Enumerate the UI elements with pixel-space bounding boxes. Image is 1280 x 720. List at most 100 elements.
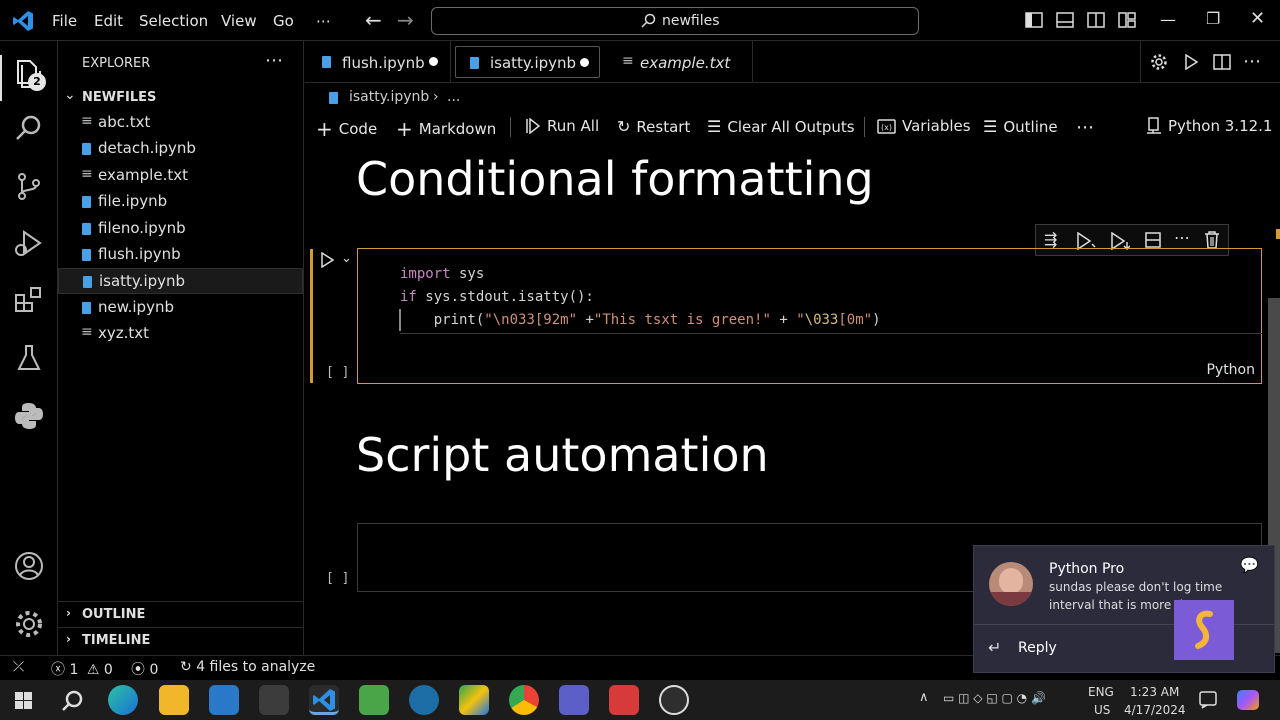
back-arrow-icon[interactable]: ← <box>365 8 382 32</box>
clear-outputs-button[interactable]: ☰ Clear All Outputs <box>707 117 855 136</box>
file-item[interactable]: ≡ xyz.txt <box>58 321 303 347</box>
recorder-icon[interactable] <box>409 685 439 715</box>
file-explorer-icon[interactable] <box>159 685 189 715</box>
copilot-icon[interactable] <box>1237 690 1259 710</box>
input-language-line1[interactable]: ENG <box>1088 685 1114 699</box>
settings-gear-icon[interactable] <box>12 607 46 641</box>
vscode-taskbar-icon[interactable] <box>309 685 339 715</box>
extensions-icon[interactable] <box>12 283 46 317</box>
menu-selection[interactable]: Selection <box>139 12 208 30</box>
teams-icon[interactable] <box>559 685 589 715</box>
restart-button[interactable]: ↻ Restart <box>617 117 690 136</box>
more-actions-icon[interactable]: ⋯ <box>1243 51 1261 72</box>
command-search-box[interactable]: newfiles <box>431 7 919 35</box>
forward-arrow-icon[interactable]: → <box>397 8 414 32</box>
toggle-secondary-sidebar-icon[interactable] <box>1087 12 1105 28</box>
problems-indicator[interactable]: ⓧ 1 ⚠ 0 <box>51 659 113 679</box>
snipping-tool-icon[interactable] <box>609 685 639 715</box>
timeline-section[interactable]: › TIMELINE <box>58 627 303 653</box>
split-editor-icon[interactable] <box>1213 54 1231 70</box>
account-icon[interactable] <box>12 549 46 583</box>
python-icon[interactable] <box>12 399 46 433</box>
edge-icon[interactable] <box>108 685 138 715</box>
file-item[interactable]: isatty.ipynb <box>58 268 303 295</box>
execution-count: [ ] <box>326 571 350 586</box>
remote-icon[interactable]: ⤫ <box>13 659 24 675</box>
file-item[interactable]: flush.ipynb <box>58 242 303 268</box>
clock-time[interactable]: 1:23 AM <box>1130 685 1179 699</box>
tab-isatty-active[interactable]: isatty.ipynb <box>455 46 600 78</box>
store-icon[interactable] <box>259 685 289 715</box>
add-code-button[interactable]: + Code <box>316 117 377 141</box>
menu-go[interactable]: Go <box>273 12 294 30</box>
testing-flask-icon[interactable] <box>12 341 46 375</box>
menu-edit[interactable]: Edit <box>94 12 123 30</box>
notification-bell-icon[interactable] <box>1199 691 1217 709</box>
run-above-icon[interactable]: ⇶ <box>1044 230 1057 249</box>
code-line-3: print("\n033[92m" +"This tsxt is green!"… <box>400 312 881 328</box>
run-cell-icon[interactable] <box>320 252 334 268</box>
breadcrumb-file[interactable]: isatty.ipynb <box>349 89 429 105</box>
run-icon[interactable] <box>1183 54 1199 70</box>
kernel-picker[interactable]: Python 3.12.1 <box>1146 117 1272 135</box>
windows-start-icon[interactable] <box>15 692 32 709</box>
tab-example[interactable]: ≡ example.txt <box>605 41 753 83</box>
file-item[interactable]: detach.ipynb <box>58 136 303 162</box>
input-language-line2[interactable]: US <box>1094 703 1110 717</box>
markdown-heading-1[interactable]: Conditional formatting <box>356 152 874 206</box>
explorer-icon[interactable]: 2 <box>12 57 46 91</box>
ports-indicator[interactable]: ⦿ 0 <box>131 659 158 679</box>
chat-bubble-icon[interactable]: 💬 <box>1240 556 1259 574</box>
mail-icon[interactable] <box>209 685 239 715</box>
outline-section[interactable]: › OUTLINE <box>58 601 303 627</box>
chevron-up-icon[interactable]: ∧ <box>919 690 929 705</box>
explorer-more-icon[interactable]: ⋯ <box>265 50 283 71</box>
folder-newfiles[interactable]: ⌄ NEWFILES <box>58 85 303 109</box>
outline-button[interactable]: ☰ Outline <box>983 117 1058 136</box>
clock-date[interactable]: 4/17/2024 <box>1124 703 1186 717</box>
split-cell-icon[interactable] <box>1145 232 1161 248</box>
file-item[interactable]: file.ipynb <box>58 189 303 215</box>
chat-app-icon[interactable] <box>359 685 389 715</box>
text-file-icon: ≡ <box>81 324 93 341</box>
menu-more[interactable]: ⋯ <box>316 12 331 30</box>
chat-notification[interactable]: Python Pro sundas please don't log time … <box>973 545 1275 673</box>
customize-layout-icon[interactable] <box>1118 12 1136 28</box>
markdown-heading-2[interactable]: Script automation <box>356 428 769 482</box>
unsaved-dot-icon[interactable] <box>580 58 589 67</box>
vscode-logo-icon[interactable] <box>12 10 34 32</box>
menu-view[interactable]: View <box>221 12 257 30</box>
gear-icon[interactable] <box>1150 53 1168 71</box>
chrome-icon[interactable] <box>509 685 539 715</box>
code-cell[interactable]: import sys if sys.stdout.isatty(): print… <box>357 248 1262 384</box>
add-markdown-button[interactable]: + Markdown <box>396 117 496 141</box>
search-icon[interactable] <box>12 111 46 145</box>
restore-icon[interactable]: ❐ <box>1206 9 1220 28</box>
drive-icon[interactable] <box>459 685 489 715</box>
run-all-button[interactable]: Run All <box>525 117 599 135</box>
search-icon[interactable] <box>61 690 83 712</box>
file-item[interactable]: fileno.ipynb <box>58 216 303 242</box>
analyze-status[interactable]: ↻ 4 files to analyze <box>180 659 315 675</box>
file-item[interactable]: ≡ example.txt <box>58 163 303 189</box>
run-debug-icon[interactable] <box>12 226 46 260</box>
file-item[interactable]: new.ipynb <box>58 295 303 321</box>
unsaved-dot-icon[interactable] <box>429 57 438 66</box>
source-control-icon[interactable] <box>12 169 46 203</box>
toggle-sidebar-icon[interactable] <box>1025 12 1043 28</box>
chevron-down-icon[interactable]: ⌄ <box>341 251 352 266</box>
cell-language[interactable]: Python <box>1206 362 1255 378</box>
media-player-icon[interactable] <box>659 685 689 715</box>
cell-more-icon[interactable]: ⋯ <box>1174 228 1190 247</box>
delete-trash-icon[interactable] <box>1204 231 1220 249</box>
toggle-panel-icon[interactable] <box>1056 12 1074 28</box>
breadcrumb-more[interactable]: ... <box>447 89 460 105</box>
tray-icons[interactable]: ▭ ◫ ◇ ◱ ▢ ◔ 🔊 <box>943 691 1046 705</box>
toolbar-more-icon[interactable]: ⋯ <box>1076 117 1094 138</box>
minimize-icon[interactable]: — <box>1160 10 1176 29</box>
file-item[interactable]: ≡ abc.txt <box>58 110 303 136</box>
menu-file[interactable]: File <box>52 12 77 30</box>
variables-button[interactable]: (x) Variables <box>877 117 971 135</box>
close-icon[interactable]: ✕ <box>1250 8 1265 29</box>
tab-flush[interactable]: flush.ipynb <box>305 41 451 83</box>
